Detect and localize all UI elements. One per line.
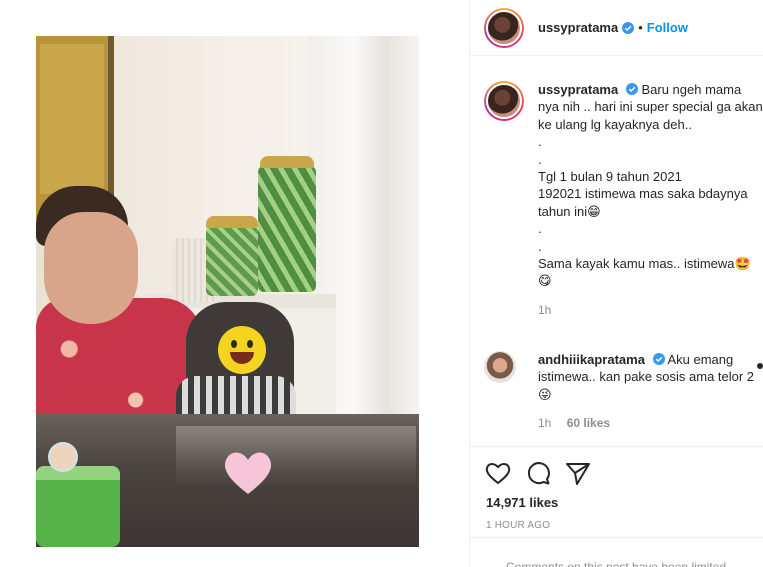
caption-line: . bbox=[538, 238, 542, 254]
caption-meta: 1h bbox=[538, 302, 763, 319]
author-username[interactable]: ussypratama bbox=[538, 20, 618, 35]
post-side-panel: ussypratama • Follow ussypratama Baru ng… bbox=[469, 0, 763, 567]
caption-line: Tgl 1 bulan 9 tahun 2021 bbox=[538, 169, 682, 185]
comment-username[interactable]: andhiiikapratama bbox=[538, 352, 645, 367]
child-face-emoji-sticker bbox=[218, 326, 266, 374]
comment-item: andhiiikapratama Aku emang istimewa.. ka… bbox=[484, 351, 763, 433]
photo-cake-top bbox=[36, 466, 120, 480]
author-avatar[interactable] bbox=[484, 7, 524, 48]
caption-time[interactable]: 1h bbox=[538, 303, 551, 317]
caption-line: 192021 istimewa mas saka bdaynya tahun i… bbox=[538, 186, 748, 219]
photo-piano-reflection bbox=[176, 426, 416, 486]
commenter-avatar[interactable] bbox=[484, 351, 516, 383]
caption-line: . bbox=[538, 151, 542, 167]
heart-sticker-icon bbox=[224, 452, 272, 494]
caption-line: . bbox=[538, 221, 542, 237]
verified-icon bbox=[652, 353, 665, 365]
post-media-area bbox=[0, 0, 469, 567]
caption-author-avatar[interactable] bbox=[484, 81, 524, 121]
comment-likes[interactable]: 60 likes bbox=[567, 416, 610, 430]
photo-green-vase-tall bbox=[258, 156, 316, 292]
verified-icon bbox=[625, 83, 638, 95]
caption-line: Sama kayak kamu mas.. istimewa🤩 bbox=[538, 256, 751, 272]
comment-options-icon[interactable] bbox=[757, 363, 763, 369]
photo-cake-figure bbox=[48, 442, 78, 472]
caption-line: 😋 bbox=[538, 273, 552, 289]
header-separator: • bbox=[638, 20, 643, 35]
comments-list[interactable]: ussypratama Baru ngeh mama nya nih .. ha… bbox=[470, 57, 763, 445]
comment-meta: 1h 60 likes bbox=[538, 415, 763, 432]
comment-body: andhiiikapratama Aku emang istimewa.. ka… bbox=[538, 351, 763, 433]
verified-icon bbox=[622, 21, 635, 34]
comment-time[interactable]: 1h bbox=[538, 416, 551, 430]
comment-icon[interactable] bbox=[524, 459, 552, 487]
post-header: ussypratama • Follow bbox=[470, 0, 763, 56]
post-actions: 14,971 likes 1 HOUR AGO bbox=[470, 446, 763, 531]
photo-green-vase-small bbox=[206, 216, 258, 296]
follow-button[interactable]: Follow bbox=[647, 20, 688, 35]
caption-line: . bbox=[538, 134, 542, 150]
caption-body: ussypratama Baru ngeh mama nya nih .. ha… bbox=[538, 81, 763, 319]
post-photo[interactable] bbox=[36, 36, 419, 547]
photo-man-face bbox=[44, 212, 138, 324]
post-timestamp[interactable]: 1 HOUR AGO bbox=[486, 520, 550, 531]
share-icon[interactable] bbox=[564, 459, 592, 487]
caption-item: ussypratama Baru ngeh mama nya nih .. ha… bbox=[484, 81, 763, 319]
heart-icon[interactable] bbox=[484, 459, 512, 487]
caption-username[interactable]: ussypratama bbox=[538, 82, 618, 97]
likes-count[interactable]: 14,971 likes bbox=[486, 495, 558, 510]
comments-limited-notice: Comments on this post have been limited. bbox=[470, 537, 763, 567]
